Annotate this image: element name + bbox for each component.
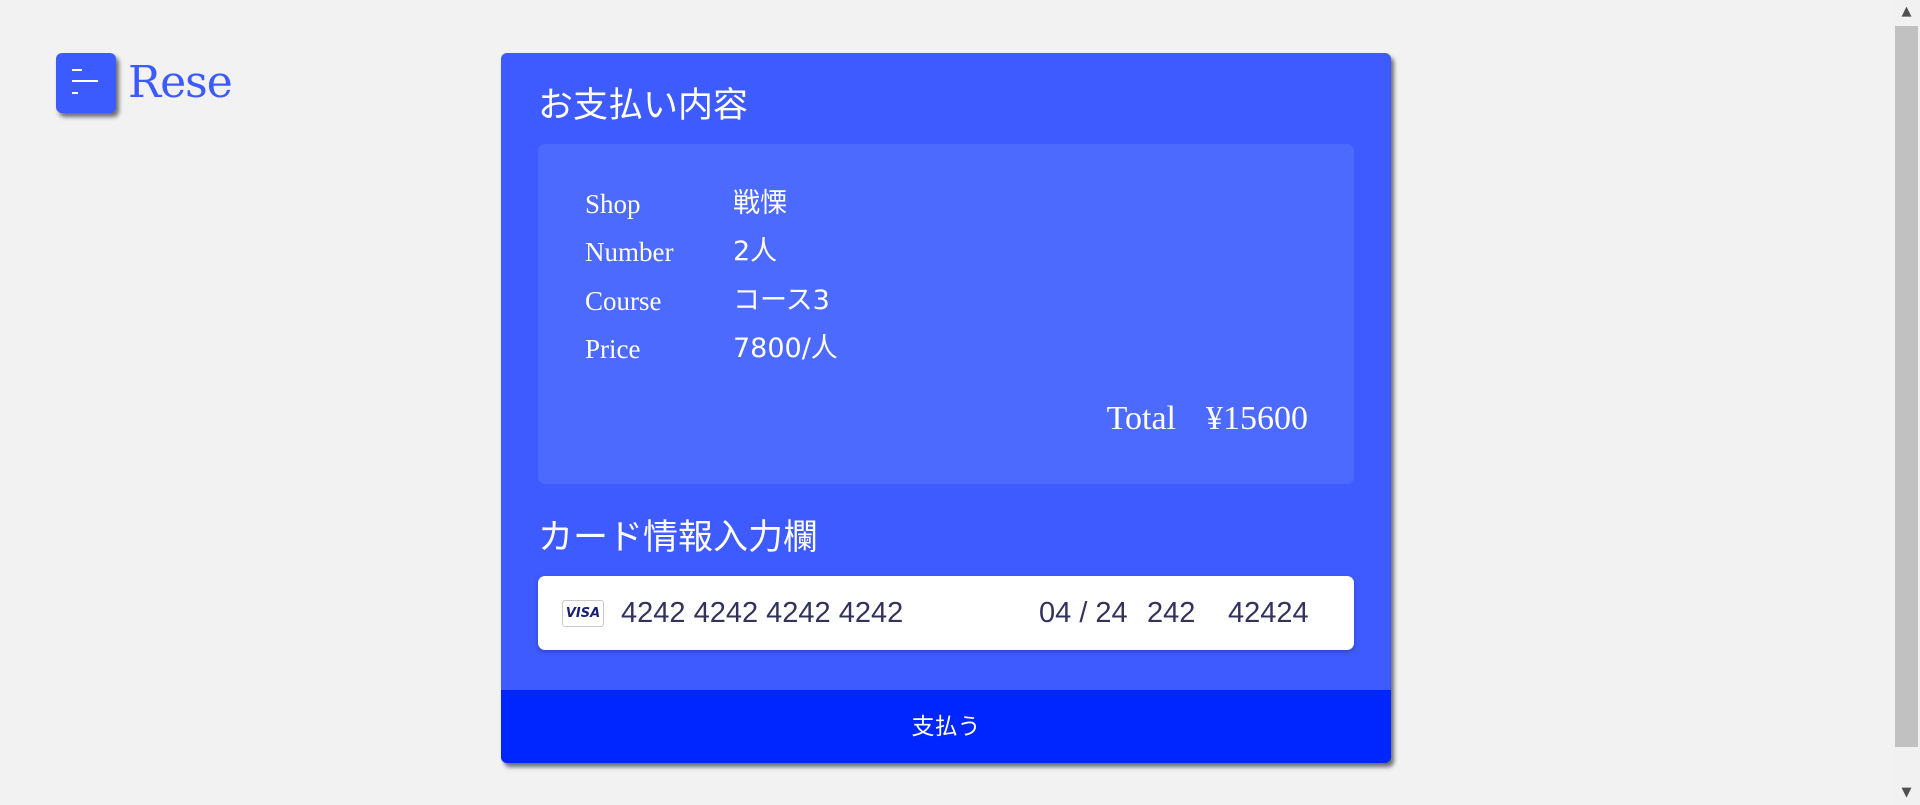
summary-value: 7800/人 bbox=[733, 333, 838, 364]
pay-button[interactable]: 支払う bbox=[501, 690, 1391, 763]
menu-line bbox=[72, 92, 78, 94]
card-zip-input[interactable]: 42424 bbox=[1228, 593, 1309, 633]
summary-label: Price bbox=[585, 334, 641, 364]
total-label: Total bbox=[1106, 400, 1176, 437]
card-expiry-input[interactable]: 04 / 24 bbox=[1039, 593, 1128, 633]
vertical-scrollbar[interactable]: ▲ ▼ bbox=[1893, 0, 1920, 805]
payment-card: お支払い内容 Shop 戦慄 Number 2人 Course コース3 Pri… bbox=[501, 53, 1391, 763]
card-input-field[interactable]: VISA 4242 4242 4242 4242 04 / 24 242 424… bbox=[538, 576, 1354, 650]
summary-value: 戦慄 bbox=[733, 188, 787, 219]
card-section-title: カード情報入力欄 bbox=[538, 518, 819, 558]
summary-label: Shop bbox=[585, 189, 641, 219]
menu-line bbox=[72, 80, 98, 82]
summary-label: Number bbox=[585, 237, 674, 267]
hamburger-menu-icon[interactable] bbox=[56, 53, 116, 113]
scrollbar-thumb[interactable] bbox=[1895, 26, 1918, 747]
scroll-down-arrow-icon[interactable]: ▼ bbox=[1893, 781, 1920, 805]
menu-line bbox=[72, 69, 82, 71]
summary-value: コース3 bbox=[733, 285, 830, 316]
visa-icon: VISA bbox=[562, 600, 604, 627]
summary-value: 2人 bbox=[733, 236, 778, 267]
total-amount: ¥15600 bbox=[1206, 400, 1308, 437]
card-cvc-input[interactable]: 242 bbox=[1147, 593, 1195, 633]
brand-logo[interactable]: Rese bbox=[128, 54, 233, 112]
page: Rese お支払い内容 Shop 戦慄 Number 2人 Course コース… bbox=[0, 0, 1920, 805]
total: Total ¥15600 bbox=[1107, 397, 1308, 441]
summary-label: Course bbox=[585, 286, 662, 316]
scroll-up-arrow-icon[interactable]: ▲ bbox=[1893, 0, 1920, 24]
order-summary: Shop 戦慄 Number 2人 Course コース3 Price 7800… bbox=[538, 144, 1354, 484]
summary-title: お支払い内容 bbox=[538, 86, 749, 126]
card-number-input[interactable]: 4242 4242 4242 4242 bbox=[621, 593, 903, 633]
